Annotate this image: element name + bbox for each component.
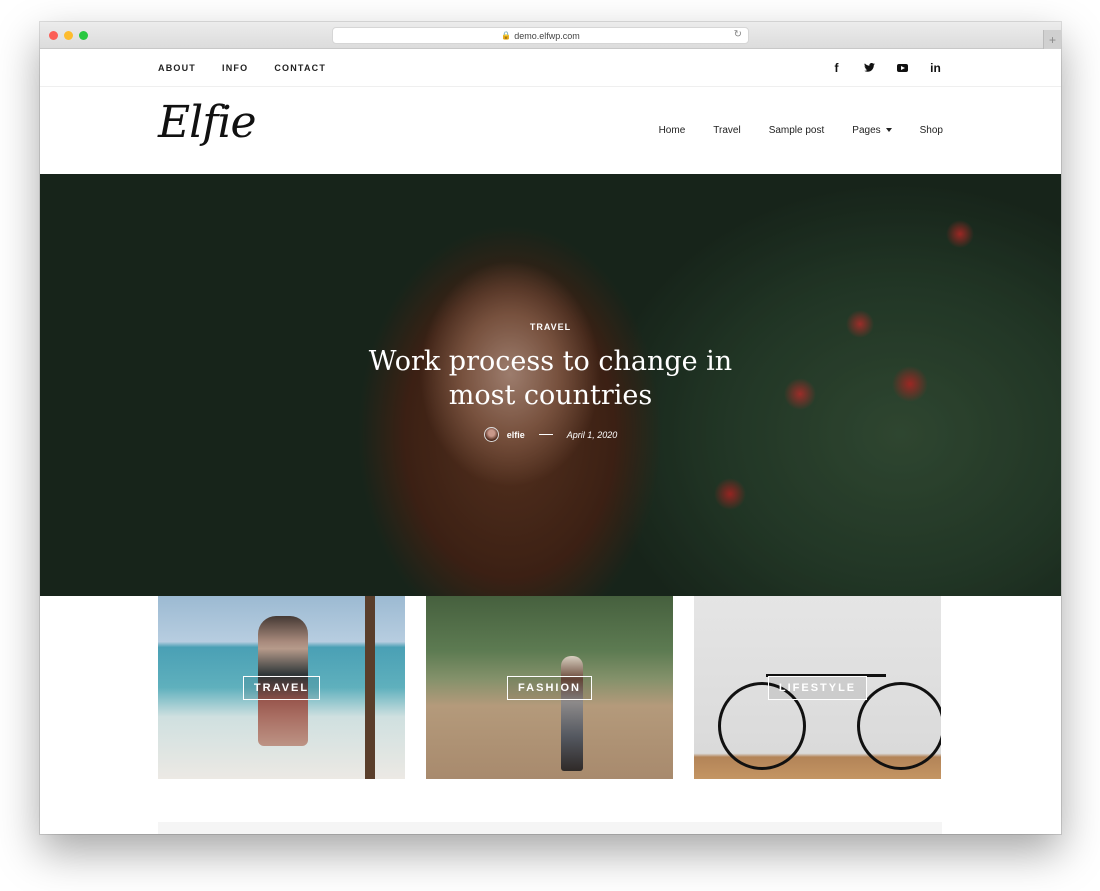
meta-separator xyxy=(538,434,553,435)
category-card-fashion[interactable]: FASHION xyxy=(426,596,673,779)
close-window-button[interactable] xyxy=(49,31,58,40)
social-links: f in xyxy=(829,61,943,75)
bicycle-wheel xyxy=(857,682,941,770)
nav-shop[interactable]: Shop xyxy=(920,125,943,136)
author-avatar xyxy=(483,427,499,442)
lock-icon: 🔒 xyxy=(501,31,512,40)
category-label[interactable]: TRAVEL xyxy=(242,675,321,700)
linkedin-icon[interactable]: in xyxy=(928,61,943,75)
top-nav: ABOUT INFO CONTACT xyxy=(158,63,352,73)
minimize-window-button[interactable] xyxy=(64,31,73,40)
main-nav: Home Travel Sample post Pages Shop xyxy=(659,125,943,136)
nav-home[interactable]: Home xyxy=(659,125,686,136)
category-card-travel[interactable]: TRAVEL xyxy=(158,596,405,779)
nav-pages-label: Pages xyxy=(852,125,881,136)
card-image-detail xyxy=(561,656,583,771)
top-bar: ABOUT INFO CONTACT f in xyxy=(40,49,1061,87)
browser-window: 🔒 demo.elfwp.com ↻ + ABOUT INFO CONTACT … xyxy=(40,22,1061,834)
facebook-icon[interactable]: f xyxy=(829,61,844,75)
hero-featured-post[interactable]: TRAVEL Work process to change in most co… xyxy=(40,174,1061,596)
top-nav-about[interactable]: ABOUT xyxy=(158,63,196,73)
site-logo[interactable]: Elfie xyxy=(158,97,257,148)
category-card-lifestyle[interactable]: LIFESTYLE xyxy=(694,596,941,779)
address-bar[interactable]: 🔒 demo.elfwp.com ↻ xyxy=(332,27,749,44)
post-date: April 1, 2020 xyxy=(566,429,618,440)
site-header: Elfie Home Travel Sample post Pages Shop xyxy=(40,87,1061,173)
youtube-icon[interactable] xyxy=(895,61,910,75)
hero-category[interactable]: TRAVEL xyxy=(40,322,1061,332)
category-label[interactable]: LIFESTYLE xyxy=(767,675,868,700)
category-label[interactable]: FASHION xyxy=(507,675,592,700)
post-meta: elfie April 1, 2020 xyxy=(40,427,1061,442)
hero-content: TRAVEL Work process to change in most co… xyxy=(40,322,1061,442)
card-image-detail xyxy=(365,596,375,779)
category-cards: TRAVEL FASHION LIFESTYLE xyxy=(158,596,941,779)
nav-pages[interactable]: Pages xyxy=(852,125,892,136)
author-name[interactable]: elfie xyxy=(507,430,525,440)
top-nav-contact[interactable]: CONTACT xyxy=(274,63,326,73)
nav-sample-post[interactable]: Sample post xyxy=(769,125,825,136)
maximize-window-button[interactable] xyxy=(79,31,88,40)
window-controls xyxy=(49,31,88,40)
new-tab-button[interactable]: + xyxy=(1043,30,1061,49)
browser-titlebar: 🔒 demo.elfwp.com ↻ + xyxy=(40,22,1061,49)
reload-icon[interactable]: ↻ xyxy=(734,29,742,40)
twitter-icon[interactable] xyxy=(862,61,877,75)
next-section-strip xyxy=(158,822,942,834)
url-text: demo.elfwp.com xyxy=(514,30,580,41)
nav-travel[interactable]: Travel xyxy=(713,125,740,136)
caret-down-icon xyxy=(885,128,892,133)
top-nav-info[interactable]: INFO xyxy=(222,63,248,73)
hero-title[interactable]: Work process to change in most countries xyxy=(341,345,761,413)
